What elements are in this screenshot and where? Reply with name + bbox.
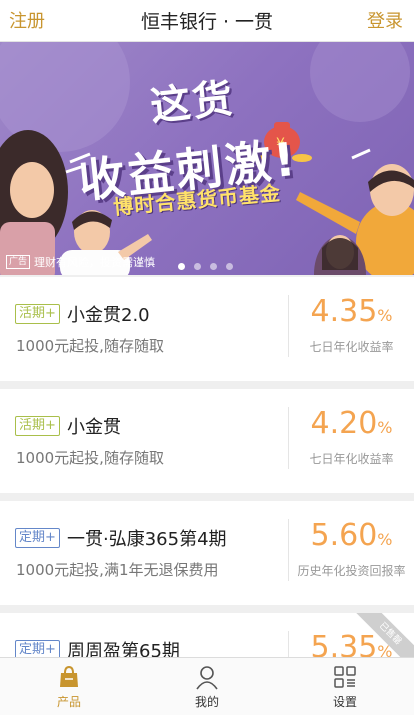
product-type-tag: 活期+	[15, 304, 60, 324]
rate-value: 4.20	[310, 406, 378, 441]
product-type-tag: 活期+	[15, 416, 60, 436]
product-rate: 4.35%	[289, 294, 414, 329]
login-button[interactable]: 登录	[367, 7, 403, 33]
rate-label: 七日年化收益率	[309, 452, 394, 466]
promo-banner[interactable]: ¥ 这货 收益刺激! 博时合惠货币基金 广告 理财有风险，投资需谨慎	[0, 42, 414, 275]
rate-label: 七日年化收益率	[309, 340, 394, 354]
bottom-tab-bar: 产品 我的 设置	[0, 657, 414, 715]
carousel-dot[interactable]	[210, 263, 217, 270]
rate-unit: %	[377, 418, 393, 437]
product-card[interactable]: 活期+ 小金贯2.0 1000元起投,随存随取 4.35% 七日年化收益率	[0, 277, 414, 381]
rate-unit: %	[377, 530, 393, 549]
tab-mine[interactable]: 我的	[138, 658, 276, 715]
product-rate: 5.60%	[289, 518, 414, 553]
product-card[interactable]: 定期+ 一贯·弘康365第4期 1000元起投,满1年无退保费用 5.60% 历…	[0, 501, 414, 605]
rate-unit: %	[377, 306, 393, 325]
product-desc: 1000元起投,随存随取	[16, 449, 164, 467]
top-nav-bar: 注册 恒丰银行 · 一贯 登录	[0, 0, 414, 42]
tab-label: 我的	[194, 695, 219, 709]
carousel-indicator	[178, 263, 233, 270]
product-rate: 4.20%	[289, 406, 414, 441]
tab-settings[interactable]: 设置	[276, 658, 414, 715]
ad-badge: 广告	[6, 255, 31, 269]
rate-value: 5.60	[310, 518, 378, 553]
rate-value: 4.35	[310, 294, 378, 329]
product-desc: 1000元起投,随存随取	[16, 337, 164, 355]
person-icon	[196, 666, 218, 690]
product-name: 一贯·弘康365第4期	[67, 529, 227, 550]
grid-icon	[334, 666, 356, 688]
product-name: 小金贯	[67, 417, 121, 438]
carousel-dot[interactable]	[226, 263, 233, 270]
ad-disclaimer: 广告 理财有风险，投资需谨慎	[6, 254, 155, 270]
carousel-dot[interactable]	[194, 263, 201, 270]
product-card[interactable]: 活期+ 小金贯 1000元起投,随存随取 4.20% 七日年化收益率	[0, 389, 414, 493]
tab-products[interactable]: 产品	[0, 658, 138, 715]
rate-label: 历史年化投资回报率	[297, 564, 406, 578]
ad-risk-text: 理财有风险，投资需谨慎	[34, 256, 156, 269]
page-title: 恒丰银行 · 一贯	[140, 11, 274, 33]
bag-icon	[60, 665, 78, 687]
tab-label: 产品	[56, 695, 81, 709]
product-name: 小金贯2.0	[67, 305, 150, 326]
app-root: 注册 恒丰银行 · 一贯 登录 ¥ 这货 收益刺激! 博时合惠货币基金 广告 理…	[0, 0, 414, 715]
product-type-tag: 定期+	[15, 528, 60, 548]
register-button[interactable]: 注册	[9, 7, 45, 33]
tab-label: 设置	[332, 695, 357, 709]
product-desc: 1000元起投,满1年无退保费用	[16, 561, 219, 579]
banner-headline-line1: 这货	[148, 75, 237, 131]
carousel-dot[interactable]	[178, 263, 185, 270]
